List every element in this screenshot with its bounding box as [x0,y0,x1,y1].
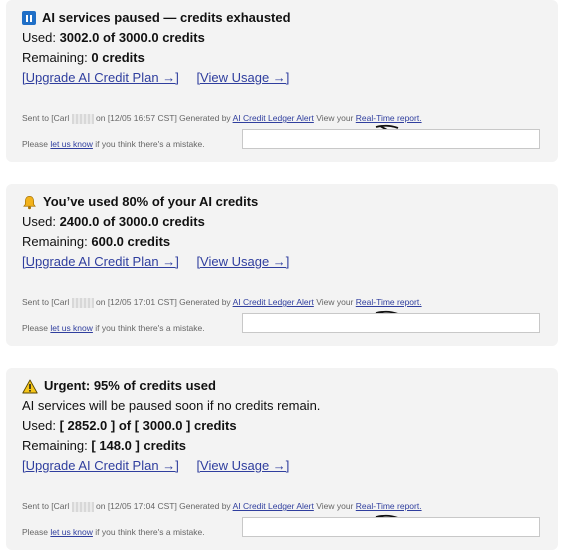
action-links: [Upgrade AI Credit Plan →] [View Usage →… [22,252,542,272]
action-links: [Upgrade AI Credit Plan →] [View Usage →… [22,456,542,476]
action-links: [Upgrade AI Credit Plan →] [View Usage →… [22,68,542,88]
alert-card-80-percent: You’ve used 80% of your AI credits Used:… [6,184,558,346]
redacted-name [71,501,94,512]
alert-title: You’ve used 80% of your AI credits [22,192,542,212]
remaining-line: Remaining: 600.0 credits [22,234,171,249]
remaining-value: 0 credits [91,50,145,65]
upgrade-plan-link[interactable]: [Upgrade AI Credit Plan →] [22,70,179,85]
upgrade-plan-link[interactable]: [Upgrade AI Credit Plan →] [22,254,179,269]
used-line: Used: 3002.0 of 3000.0 credits [22,30,205,45]
upgrade-plan-link[interactable]: [Upgrade AI Credit Plan →] [22,458,179,473]
let-us-know-link[interactable]: let us know [50,527,93,537]
let-us-know-link[interactable]: let us know [50,323,93,333]
used-value: 2400.0 of 3000.0 credits [59,214,205,229]
generator-link[interactable]: AI Credit Ledger Alert [233,297,314,307]
alert-card-paused: AI services paused — credits exhausted U… [6,0,558,162]
alert-title: AI services paused — credits exhausted [22,8,542,28]
used-line: Used: [ 2852.0 ] of [ 3000.0 ] credits [22,418,237,433]
alert-title: Urgent: 95% of credits used [22,376,542,396]
alert-card-urgent: Urgent: 95% of credits used AI services … [6,368,558,550]
feedback-input[interactable] [242,517,540,537]
bell-icon [23,195,36,209]
used-value: 3002.0 of 3000.0 credits [59,30,205,45]
let-us-know-link[interactable]: let us know [50,139,93,149]
report-link[interactable]: Real-Time report. [356,297,422,307]
view-usage-link[interactable]: [View Usage →] [196,458,289,473]
warning-icon [22,379,38,393]
remaining-value: [ 148.0 ] credits [91,438,187,453]
pause-icon [22,11,36,25]
report-link[interactable]: Real-Time report. [356,501,422,511]
view-usage-link[interactable]: [View Usage →] [196,70,289,85]
redacted-name [71,297,94,308]
view-usage-link[interactable]: [View Usage →] [196,254,289,269]
generator-link[interactable]: AI Credit Ledger Alert [233,501,314,511]
report-link[interactable]: Real-Time report. [356,113,422,123]
remaining-line: Remaining: 0 credits [22,50,145,65]
remaining-value: 600.0 credits [91,234,171,249]
remaining-line: Remaining: [ 148.0 ] credits [22,438,187,453]
feedback-input[interactable] [242,313,540,333]
used-line: Used: 2400.0 of 3000.0 credits [22,214,205,229]
generator-link[interactable]: AI Credit Ledger Alert [233,113,314,123]
pause-warning-note: AI services will be paused soon if no cr… [22,398,321,413]
feedback-input[interactable] [242,129,540,149]
used-value: [ 2852.0 ] of [ 3000.0 ] credits [59,418,237,433]
redacted-name [71,113,94,124]
